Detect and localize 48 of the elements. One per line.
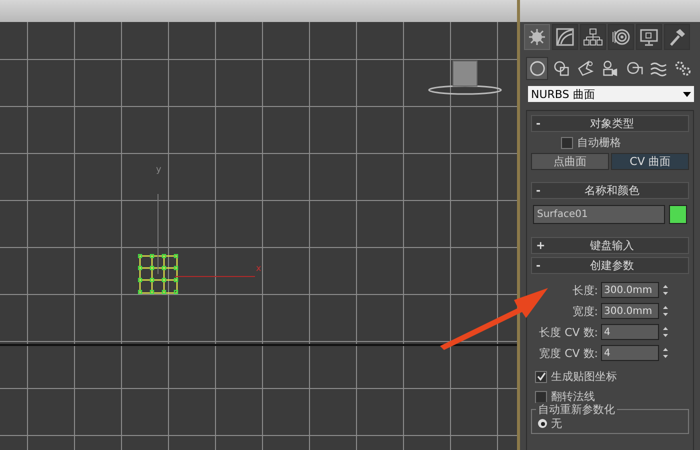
spinner-field[interactable]: 4 bbox=[601, 324, 659, 340]
color-swatch[interactable] bbox=[669, 205, 687, 224]
shapes-icon bbox=[552, 59, 571, 78]
surface-type-button[interactable]: CV 曲面 bbox=[611, 153, 689, 170]
field-label: 宽度: bbox=[572, 304, 598, 318]
surface-type-button[interactable]: 点曲面 bbox=[531, 153, 609, 170]
rollout-header[interactable]: - 对象类型 bbox=[531, 115, 689, 132]
panel-tab[interactable] bbox=[524, 24, 550, 50]
checkbox[interactable] bbox=[535, 370, 547, 382]
radio-label: 无 bbox=[551, 416, 562, 431]
axis-label: x bbox=[256, 264, 262, 274]
spinner-arrows-icon[interactable] bbox=[662, 283, 669, 297]
field-label: 长度: bbox=[572, 282, 598, 298]
group-title: 自动重新参数化 bbox=[536, 402, 617, 417]
field-label: 长度 CV 数: bbox=[539, 324, 598, 340]
hierarchy-icon bbox=[583, 27, 603, 47]
name-field[interactable]: Surface01 bbox=[533, 205, 665, 224]
field-label: 宽度 CV 数: bbox=[539, 346, 598, 360]
checkbox-label: 生成贴图坐标 bbox=[551, 369, 617, 384]
curve-icon bbox=[555, 27, 575, 47]
spinner-arrows-icon[interactable] bbox=[662, 304, 669, 318]
rollout-header[interactable]: - 名称和颜色 bbox=[531, 182, 689, 199]
camera-icon bbox=[600, 59, 620, 78]
rollout-header[interactable]: + 键盘输入 bbox=[531, 237, 689, 254]
type-dropdown[interactable]: NURBS 曲面 bbox=[528, 86, 694, 102]
panel-tab[interactable] bbox=[608, 24, 634, 50]
spinner-arrows-icon[interactable] bbox=[662, 346, 669, 360]
checkbox[interactable] bbox=[561, 136, 573, 148]
category-button[interactable] bbox=[526, 57, 548, 80]
light-icon bbox=[576, 59, 596, 78]
spinner-field[interactable]: 4 bbox=[601, 345, 659, 361]
panel-tab[interactable] bbox=[664, 24, 690, 50]
caret-icon bbox=[683, 92, 691, 96]
panel-tab[interactable] bbox=[552, 24, 578, 50]
hammer-icon bbox=[667, 27, 687, 47]
checkbox[interactable] bbox=[535, 390, 547, 402]
radio-button[interactable] bbox=[538, 419, 547, 428]
rollout-header[interactable]: - 创建参数 bbox=[531, 257, 689, 274]
panel-tab[interactable] bbox=[636, 24, 662, 50]
sphere-icon bbox=[528, 59, 547, 78]
checkbox-label: 自动栅格 bbox=[577, 135, 621, 150]
spinner-field[interactable]: 300.0mm bbox=[601, 303, 659, 319]
axis-label: y bbox=[156, 165, 162, 175]
panel-tab[interactable] bbox=[580, 24, 606, 50]
monitor-icon bbox=[639, 27, 659, 47]
checkbox-label: 翻转法线 bbox=[551, 389, 595, 404]
spinner-arrows-icon[interactable] bbox=[662, 325, 669, 339]
spinner-field[interactable]: 300.0mm bbox=[601, 282, 659, 298]
